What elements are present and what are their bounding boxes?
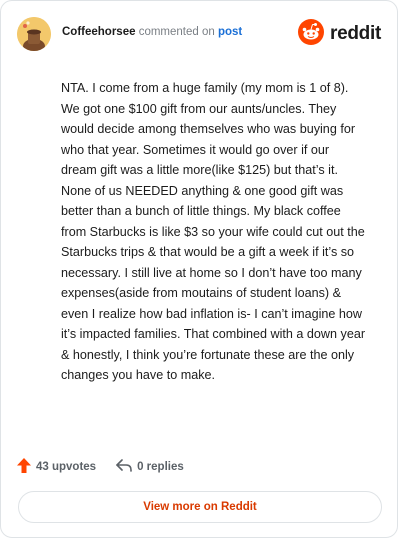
reply-arrow-icon	[116, 459, 132, 475]
view-more-button[interactable]: View more on Reddit	[18, 491, 382, 523]
comment-actions: 43 upvotes 0 replies	[17, 457, 184, 477]
upvote-arrow-icon	[17, 458, 31, 476]
upvotes-count: 43 upvotes	[36, 461, 97, 473]
user-avatar[interactable]	[17, 17, 51, 51]
username[interactable]: Coffeehorsee	[62, 26, 136, 38]
comment-meta: Coffeehorsee commented on post	[62, 26, 242, 38]
upvote-button[interactable]: 43 upvotes	[17, 458, 96, 476]
reply-button[interactable]: 0 replies	[116, 459, 184, 475]
comment-body: NTA. I come from a huge family (my mom i…	[61, 81, 366, 382]
reddit-snoo-icon	[298, 18, 325, 50]
comment-embed-card: Coffeehorsee commented on post reddit NT…	[0, 0, 398, 538]
comment-header: Coffeehorsee commented on post reddit	[17, 17, 381, 51]
reddit-wordmark: reddit	[330, 23, 381, 44]
action-text: commented on	[138, 26, 215, 38]
post-link[interactable]: post	[218, 26, 242, 38]
reddit-logo[interactable]: reddit	[298, 18, 381, 50]
replies-count: 0 replies	[137, 461, 184, 473]
